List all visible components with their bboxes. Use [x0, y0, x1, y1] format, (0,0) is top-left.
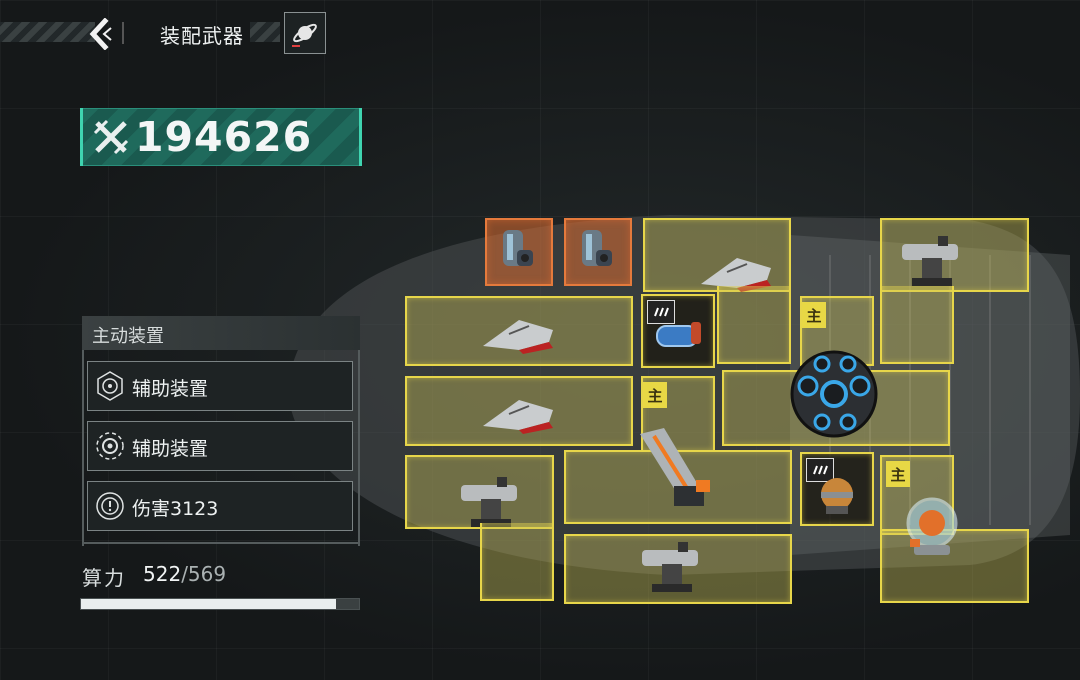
- engine-module-icon: [582, 230, 612, 266]
- panel-title: 主动装置: [92, 326, 164, 347]
- panel-rail: [358, 350, 360, 546]
- reticle-icon: [97, 371, 123, 401]
- fighter-ship-icon: [483, 400, 553, 434]
- decor-stripe: [0, 22, 95, 42]
- main-badge: 主: [802, 302, 826, 328]
- equipment-cell-reactor[interactable]: [880, 497, 1029, 603]
- equipment-cell[interactable]: [405, 455, 554, 529]
- equipment-cell-core[interactable]: [722, 350, 950, 446]
- combat-power-value: 194626: [135, 113, 313, 161]
- panel-rail: [82, 350, 84, 546]
- back-button[interactable]: [85, 14, 115, 54]
- decor-stripe: [250, 22, 280, 42]
- core-sphere-icon: [790, 350, 878, 438]
- target-ring-icon: [96, 432, 124, 460]
- canister-icon: [656, 322, 701, 347]
- compute-max: /569: [181, 562, 227, 586]
- main-badge: 主: [643, 382, 667, 408]
- equipment-cell-orange-1[interactable]: [485, 218, 553, 286]
- reactor-orb-icon: [906, 497, 958, 555]
- compute-label: 算力: [82, 566, 126, 590]
- divider: [122, 22, 124, 44]
- equipment-cell-extension[interactable]: [880, 286, 954, 364]
- compute-progress-bar: [80, 598, 360, 610]
- panel-bottom-rule: [82, 542, 360, 544]
- turret-icon: [642, 542, 698, 592]
- planet-button[interactable]: [284, 12, 326, 54]
- slot-label: 伤害3123: [132, 498, 219, 520]
- equipment-cell-extension[interactable]: [480, 523, 554, 601]
- top-bar: 装配武器: [0, 0, 330, 60]
- active-equipment-panel: 主动装置 辅助装置 辅助装置 伤害3123: [82, 316, 360, 546]
- crossed-swords-icon: [93, 119, 129, 155]
- equipment-cell[interactable]: [405, 296, 633, 366]
- engine-module-icon: [503, 230, 533, 266]
- equipment-slot-1[interactable]: 辅助装置: [87, 361, 353, 411]
- equipment-cell[interactable]: [405, 376, 633, 446]
- slot-label: 辅助装置: [132, 378, 209, 400]
- equipment-slot-3[interactable]: 伤害3123: [87, 481, 353, 531]
- equipment-cell-battery[interactable]: [641, 294, 715, 368]
- compute-progress-fill: [81, 599, 336, 609]
- shield-generator-icon: [821, 478, 853, 514]
- fighter-ship-icon: [483, 320, 553, 354]
- equipment-cell-cannon[interactable]: [564, 428, 792, 524]
- slot-label: 辅助装置: [132, 438, 209, 460]
- equipment-cell[interactable]: [880, 218, 1029, 292]
- back-arrow-icon: [89, 18, 112, 50]
- damage-ring-icon: [96, 492, 124, 520]
- main-badge: 主: [886, 461, 910, 487]
- equipment-cell-battery[interactable]: [800, 452, 874, 526]
- equipment-cell-orange-2[interactable]: [564, 218, 632, 286]
- equipment-cell[interactable]: [564, 534, 792, 604]
- equipment-cell[interactable]: [643, 218, 791, 292]
- planet-icon: [292, 23, 317, 47]
- equipment-slot-2[interactable]: 辅助装置: [87, 421, 353, 471]
- combat-power-box: 194626: [80, 108, 362, 166]
- compute-value: 522/569: [143, 562, 226, 586]
- cannon-icon: [640, 428, 710, 506]
- equipment-cell-extension[interactable]: [717, 286, 791, 364]
- panel-header: 主动装置: [82, 316, 360, 350]
- page-title: 装配武器: [160, 24, 244, 48]
- compute-current: 522: [143, 562, 182, 586]
